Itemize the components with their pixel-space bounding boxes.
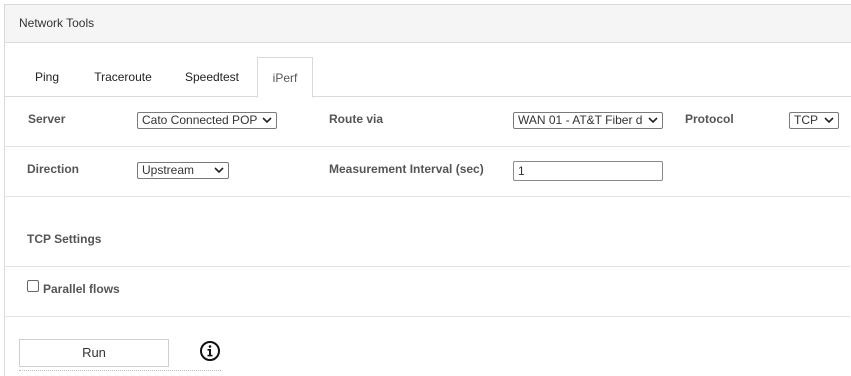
- route-via-select-value: WAN 01 - AT&T Fiber d: [518, 113, 643, 127]
- chevron-down-icon: [262, 117, 272, 124]
- tab-traceroute[interactable]: Traceroute: [87, 57, 159, 97]
- protocol-select-value: TCP: [794, 113, 818, 127]
- direction-label: Direction: [27, 162, 80, 176]
- parallel-flows-label: Parallel flows: [43, 282, 120, 296]
- tab-iperf[interactable]: iPerf: [257, 57, 313, 98]
- tcp-settings-heading: TCP Settings: [27, 232, 102, 246]
- protocol-label: Protocol: [685, 112, 734, 126]
- server-select[interactable]: Cato Connected POP: [137, 112, 277, 129]
- panel-header: Network Tools: [5, 5, 851, 43]
- tab-ping[interactable]: Ping: [27, 57, 67, 97]
- direction-select[interactable]: Upstream: [137, 162, 229, 179]
- panel-title: Network Tools: [19, 16, 95, 30]
- chevron-down-icon: [214, 167, 224, 174]
- route-via-select[interactable]: WAN 01 - AT&T Fiber d: [513, 112, 663, 129]
- parallel-flows-checkbox[interactable]: [27, 280, 39, 292]
- measurement-interval-input[interactable]: 1: [513, 161, 663, 181]
- route-via-label: Route via: [329, 112, 384, 126]
- server-label: Server: [28, 112, 66, 126]
- dotted-divider: [19, 370, 221, 371]
- info-icon[interactable]: [199, 340, 221, 362]
- row-divider: [4, 316, 850, 317]
- row-divider: [4, 266, 850, 267]
- tab-speedtest[interactable]: Speedtest: [177, 57, 247, 97]
- chevron-down-icon: [648, 117, 658, 124]
- row-divider: [4, 196, 850, 197]
- network-tools-panel: Network Tools Ping Traceroute Speedtest …: [4, 4, 851, 376]
- protocol-select[interactable]: TCP: [789, 112, 839, 129]
- direction-select-value: Upstream: [142, 163, 195, 177]
- chevron-down-icon: [824, 117, 834, 124]
- measurement-interval-label: Measurement Interval (sec): [329, 162, 484, 176]
- run-button[interactable]: Run: [19, 339, 169, 367]
- server-select-value: Cato Connected POP: [142, 113, 258, 127]
- row-divider: [4, 146, 850, 147]
- tab-bar: Ping Traceroute Speedtest iPerf: [5, 57, 851, 98]
